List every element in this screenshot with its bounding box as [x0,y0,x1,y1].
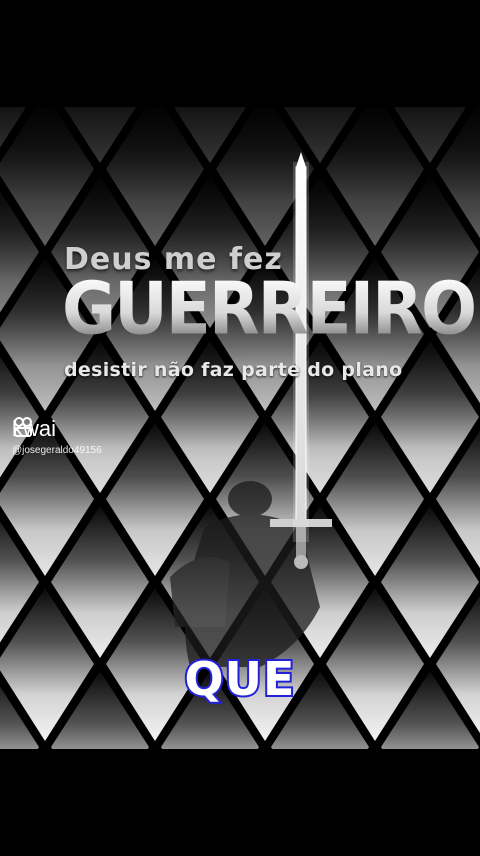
video-frame[interactable]: Deus me fez GUERREIRO desistir não faz p… [0,107,480,749]
subtitle-line: desistir não faz parte do plano [64,359,403,381]
kwai-logo-icon [14,417,32,437]
title-line-2: GUERREIRO [62,266,477,352]
watermark-username: @josegeraldo49156 [12,445,102,456]
kwai-watermark: kwai @josegeraldo49156 [12,416,102,456]
caption-text: QUE [183,650,297,708]
